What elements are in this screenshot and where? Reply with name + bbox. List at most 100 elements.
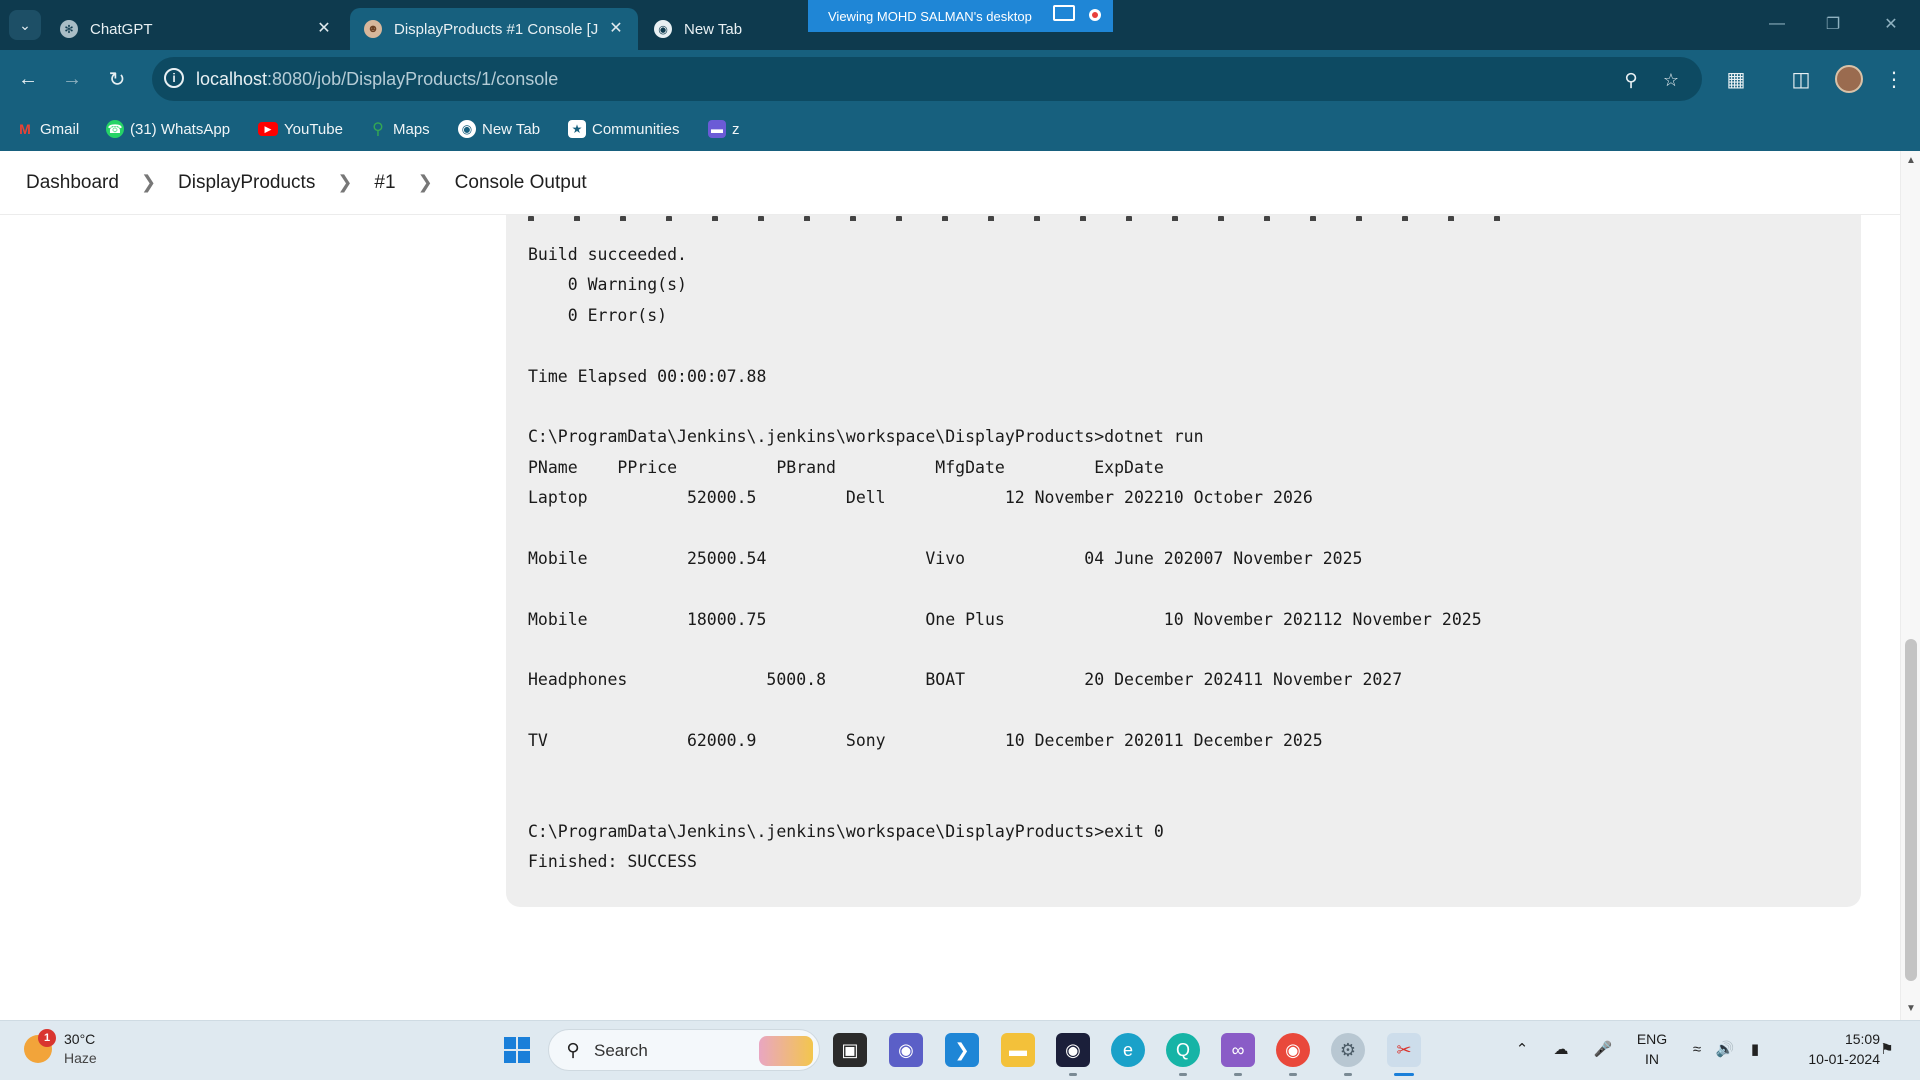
console-line: Finished: SUCCESS (528, 852, 697, 871)
restore-icon[interactable]: ❐ (1818, 12, 1848, 36)
weather-temp: 30°C (64, 1031, 96, 1047)
chrome-icon: ◉ (654, 20, 672, 38)
breadcrumb: Dashboard ❯ DisplayProducts ❯ #1 ❯ Conso… (0, 151, 1900, 215)
chevron-right-icon: ❯ (140, 172, 157, 192)
bookmark-gmail[interactable]: M Gmail (16, 117, 79, 141)
scrollbar-thumb[interactable] (1905, 639, 1917, 981)
extensions-icon[interactable]: ▦ (1722, 65, 1750, 93)
teams-icon[interactable]: ◉ (889, 1033, 923, 1067)
settings-gear-icon[interactable]: ⚙ (1331, 1033, 1365, 1067)
minimize-icon[interactable]: — (1762, 12, 1792, 36)
address-bar[interactable]: i localhost:8080/job/DisplayProducts/1/c… (152, 57, 1702, 101)
scroll-up-icon[interactable]: ▲ (1905, 155, 1917, 167)
active-indicator (1394, 1073, 1414, 1076)
bookmark-z-icon: ▬ (708, 120, 726, 138)
remote-viewing-banner: Viewing MOHD SALMAN's desktop (808, 0, 1113, 32)
vscode-icon[interactable]: ❯ (945, 1033, 979, 1067)
bookmark-star-icon[interactable]: ☆ (1659, 68, 1683, 92)
chrome-icon: ◉ (458, 120, 476, 138)
keyboard-layout[interactable]: IN (1632, 1051, 1672, 1067)
monitor-icon[interactable] (1053, 5, 1075, 21)
file-explorer-icon[interactable]: ▬ (1001, 1033, 1035, 1067)
running-indicator (1069, 1073, 1077, 1076)
close-window-icon[interactable]: ✕ (1876, 12, 1906, 36)
quickassist-icon[interactable]: Q (1166, 1033, 1200, 1067)
clipped-console-line (528, 209, 1588, 221)
running-indicator (1344, 1073, 1352, 1076)
zoom-icon[interactable]: ⚲ (1619, 68, 1643, 92)
back-arrow-icon[interactable]: ← (12, 63, 44, 95)
onedrive-cloud-icon[interactable]: ☁ (1550, 1038, 1572, 1060)
webex-icon[interactable]: ◉ (1056, 1033, 1090, 1067)
notification-bell-icon[interactable]: ⚑ (1876, 1038, 1898, 1060)
weather-condition: Haze (64, 1050, 97, 1066)
bookmark-youtube[interactable]: ▶ YouTube (258, 117, 343, 141)
maps-icon: ⚲ (372, 121, 384, 138)
search-icon: ⚲ (566, 1039, 580, 1060)
console-line: PName PPrice PBrand MfgDate ExpDate (528, 458, 1164, 477)
console-line: C:\ProgramData\Jenkins\.jenkins\workspac… (528, 427, 1204, 446)
console-line: Time Elapsed 00:00:07.88 (528, 367, 767, 386)
breadcrumb-job[interactable]: DisplayProducts (178, 172, 315, 194)
running-indicator (1289, 1073, 1297, 1076)
breadcrumb-dashboard[interactable]: Dashboard (26, 172, 119, 194)
chevron-up-icon[interactable]: ⌃ (1511, 1038, 1533, 1060)
bookmark-new-tab[interactable]: ◉ New Tab (458, 117, 540, 141)
console-line: Mobile 18000.75 One Plus 10 November 202… (528, 610, 1482, 629)
jenkins-icon: ☻ (364, 20, 382, 38)
whatsapp-icon: ☎ (106, 120, 124, 138)
browser-toolbar: ← → ↻ i localhost:8080/job/DisplayProduc… (0, 50, 1920, 108)
breadcrumb-console-output[interactable]: Console Output (455, 172, 587, 194)
microphone-icon[interactable]: 🎤 (1592, 1038, 1614, 1060)
windows-start-icon[interactable] (500, 1033, 534, 1067)
recording-icon[interactable] (1089, 9, 1101, 21)
edge-icon[interactable]: e (1111, 1033, 1145, 1067)
jenkins-page: Dashboard ❯ DisplayProducts ❯ #1 ❯ Conso… (0, 151, 1920, 1020)
windows-taskbar: 1 30°C Haze ⚲ Search ▣ ◉ ❯ ▬ ◉ e Q ∞ ◉ ⚙… (0, 1020, 1920, 1080)
tab-new-tab[interactable]: ◉ New Tab (640, 8, 790, 50)
tab-chatgpt[interactable]: ✻ ChatGPT ✕ (46, 8, 346, 50)
console-line: Mobile 25000.54 Vivo 04 June 202007 Nove… (528, 549, 1363, 568)
bookmark-maps[interactable]: ⚲ Maps (369, 117, 430, 141)
volume-icon[interactable]: 🔊 (1714, 1038, 1736, 1060)
reload-icon[interactable]: ↻ (101, 63, 133, 95)
console-line: Headphones 5000.8 BOAT 20 December 20241… (528, 670, 1403, 689)
chevron-right-icon: ❯ (337, 172, 353, 192)
running-indicator (1234, 1073, 1242, 1076)
remote-banner-text: Viewing MOHD SALMAN's desktop (828, 8, 1032, 24)
site-info-icon[interactable]: i (164, 68, 184, 88)
bookmark-z[interactable]: ▬ z (708, 117, 740, 141)
profile-avatar[interactable] (1835, 65, 1863, 93)
page-scrollbar[interactable]: ▲ ▼ (1900, 151, 1920, 1020)
task-view-icon[interactable]: ▣ (833, 1033, 867, 1067)
snipping-tool-icon[interactable]: ✂ (1387, 1033, 1421, 1067)
close-icon[interactable]: ✕ (606, 18, 626, 38)
console-output: Build succeeded. 0 Warning(s) 0 Error(s)… (506, 215, 1861, 907)
tab-console-output[interactable]: ☻ DisplayProducts #1 Console [Je ✕ (350, 8, 638, 50)
wifi-icon[interactable]: ≈ (1686, 1038, 1708, 1060)
scroll-down-icon[interactable]: ▼ (1905, 1003, 1917, 1015)
taskbar-search[interactable]: ⚲ Search (548, 1029, 820, 1071)
notification-badge: 1 (38, 1029, 56, 1047)
clock-date[interactable]: 10-01-2024 (1780, 1051, 1880, 1067)
url-text[interactable]: localhost:8080/job/DisplayProducts/1/con… (196, 69, 558, 90)
tab-title: New Tab (684, 20, 743, 38)
console-line: 0 Warning(s) (528, 275, 687, 294)
running-indicator (1179, 1073, 1187, 1076)
tab-title: DisplayProducts #1 Console [Je (394, 20, 599, 38)
close-icon[interactable]: ✕ (314, 18, 334, 38)
console-line: TV 62000.9 Sony 10 December 202011 Decem… (528, 731, 1323, 750)
visual-studio-icon[interactable]: ∞ (1221, 1033, 1255, 1067)
side-panel-icon[interactable]: ◫ (1787, 65, 1815, 93)
bookmark-communities[interactable]: ★ Communities (568, 117, 680, 141)
more-menu-icon[interactable]: ⋮ (1880, 65, 1908, 93)
forward-arrow-icon[interactable]: → (56, 63, 88, 95)
clock-time[interactable]: 15:09 (1780, 1031, 1880, 1047)
search-highlight-icon (759, 1036, 813, 1066)
battery-icon[interactable]: ▮ (1744, 1038, 1766, 1060)
bookmark-whatsapp[interactable]: ☎ (31) WhatsApp (106, 117, 230, 141)
breadcrumb-build[interactable]: #1 (374, 172, 395, 194)
chrome-icon[interactable]: ◉ (1276, 1033, 1310, 1067)
language-indicator[interactable]: ENG (1632, 1031, 1672, 1047)
tab-search-menu-icon[interactable]: ⌄ (9, 10, 41, 40)
